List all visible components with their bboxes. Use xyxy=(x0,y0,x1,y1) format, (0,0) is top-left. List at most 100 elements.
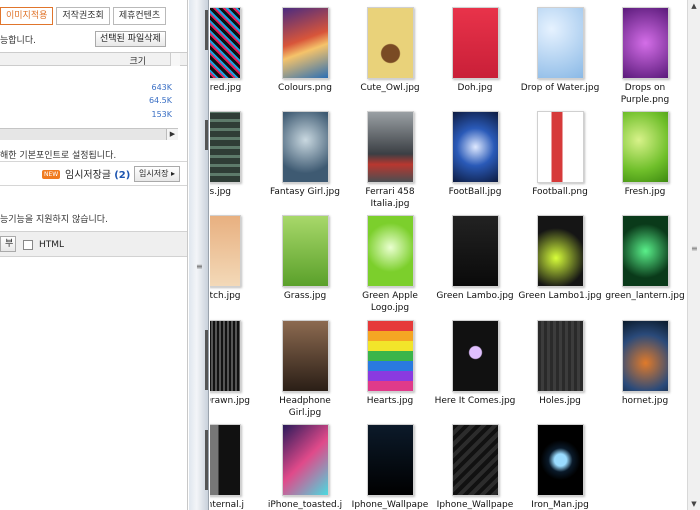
file-name: iPhone_toasted.j xyxy=(267,500,343,510)
file-thumbnail[interactable] xyxy=(451,424,499,496)
status-text: 능합니다. xyxy=(0,36,36,46)
size-column-header[interactable]: 크기 xyxy=(129,54,146,67)
file-name: Fresh.jpg xyxy=(624,187,666,197)
file-thumbnail[interactable] xyxy=(210,111,241,183)
file-size: 643K xyxy=(151,83,172,92)
file-thumbnail[interactable] xyxy=(281,320,329,392)
file-name: Grass.jpg xyxy=(283,291,327,301)
file-item[interactable]: Iphone_Wallpape xyxy=(430,424,520,510)
file-thumbnail[interactable] xyxy=(621,215,669,287)
file-name: Iron_Man.jpg xyxy=(531,500,589,510)
file-name: Iphone_Wallpape xyxy=(351,500,429,510)
file-item[interactable]: Hearts.jpg xyxy=(345,320,435,407)
draft-label: 임시저장글 xyxy=(65,170,111,181)
file-thumbnail[interactable] xyxy=(210,320,241,392)
file-item[interactable]: Doh.jpg xyxy=(430,7,520,94)
file-item[interactable]: iPhone_toasted.j xyxy=(260,424,350,510)
file-thumbnail[interactable] xyxy=(536,7,584,79)
html-checkbox[interactable] xyxy=(23,240,33,250)
file-thumbnail[interactable] xyxy=(210,215,241,287)
vertical-scrollbar[interactable]: ▲ ≡ ▼ xyxy=(687,0,700,510)
file-thumbnail[interactable] xyxy=(366,111,414,183)
file-name: Here It Comes.jpg xyxy=(434,396,516,406)
file-item[interactable]: Iron_Man.jpg xyxy=(515,424,605,510)
file-item[interactable]: Drops on Purple.png xyxy=(600,7,687,106)
delete-selected-files-button[interactable]: 선택된 파일삭제 xyxy=(95,31,166,47)
file-name: Holes.jpg xyxy=(539,396,581,406)
editor-mode-button[interactable]: 부 xyxy=(0,236,16,252)
table-horizontal-scrollbar[interactable]: ▶ xyxy=(0,128,178,140)
file-item[interactable]: Colours.png xyxy=(260,7,350,94)
file-thumbnail[interactable] xyxy=(210,424,241,496)
editor-mode-bar: 부 HTML xyxy=(0,231,187,257)
file-thumbnail[interactable] xyxy=(281,215,329,287)
file-thumbnail[interactable] xyxy=(536,111,584,183)
file-item[interactable]: Holes.jpg xyxy=(515,320,605,407)
file-thumbnail[interactable] xyxy=(536,320,584,392)
file-thumbnail[interactable] xyxy=(451,320,499,392)
file-thumbnail[interactable] xyxy=(621,320,669,392)
window-edge xyxy=(205,10,208,50)
file-item[interactable]: Green Lambo1.jpg xyxy=(515,215,605,302)
scrollbar-grip-icon[interactable]: ≡ xyxy=(691,244,698,253)
file-thumbnail[interactable] xyxy=(281,424,329,496)
file-thumbnail[interactable] xyxy=(621,111,669,183)
scroll-down-arrow-icon[interactable]: ▼ xyxy=(688,498,700,510)
file-item[interactable]: Green Lambo.jpg xyxy=(430,215,520,302)
table-scrollbar-top[interactable] xyxy=(170,53,180,66)
file-thumbnail[interactable] xyxy=(451,111,499,183)
file-thumbnail[interactable] xyxy=(451,215,499,287)
file-item[interactable]: Grass.jpg xyxy=(260,215,350,302)
divider xyxy=(0,161,187,162)
scroll-right-arrow-icon[interactable]: ▶ xyxy=(166,129,178,140)
file-item[interactable]: Green Apple Logo.jpg xyxy=(345,215,435,314)
file-thumbnail[interactable] xyxy=(366,320,414,392)
file-thumbnail[interactable] xyxy=(366,215,414,287)
file-name: Doh.jpg xyxy=(457,83,493,93)
file-thumbnail[interactable] xyxy=(281,7,329,79)
file-name: Iphone_Wallpape xyxy=(436,500,514,510)
file-name: Green Apple Logo.jpg xyxy=(362,291,418,313)
file-thumbnail[interactable] xyxy=(451,7,499,79)
file-name: Drop of Water.jpg xyxy=(520,83,600,93)
file-item[interactable]: Iphone_Wallpape xyxy=(345,424,435,510)
file-name: Hearts.jpg xyxy=(366,396,414,406)
splitter-grip-icon[interactable]: ≡ xyxy=(196,262,203,271)
file-thumbnail[interactable] xyxy=(621,7,669,79)
file-thumbnail[interactable] xyxy=(536,424,584,496)
file-item[interactable]: FootBall.jpg xyxy=(430,111,520,198)
file-thumbnail[interactable] xyxy=(536,215,584,287)
file-item[interactable]: Fantasy Girl.jpg xyxy=(260,111,350,198)
file-size: 64.5K xyxy=(148,96,172,105)
file-item[interactable]: Fresh.jpg xyxy=(600,111,687,198)
file-item[interactable]: Headphone Girl.jpg xyxy=(260,320,350,419)
file-name: Cute_Owl.jpg xyxy=(360,83,420,93)
tab-copyright-search[interactable]: 저작권조회 xyxy=(56,7,110,25)
file-table-header: 크기 xyxy=(0,52,187,67)
file-size: 153K xyxy=(151,110,172,119)
file-name: Headphone Girl.jpg xyxy=(279,396,331,418)
scroll-up-arrow-icon[interactable]: ▲ xyxy=(688,0,700,12)
file-name: Drops on Purple.png xyxy=(620,83,670,105)
file-name: green_lantern.jpg xyxy=(605,291,685,301)
file-item[interactable]: Drop of Water.jpg xyxy=(515,7,605,94)
file-thumbnail[interactable] xyxy=(210,7,241,79)
file-item[interactable]: green_lantern.jpg xyxy=(600,215,687,302)
file-item[interactable]: Football.png xyxy=(515,111,605,198)
window-splitter[interactable]: ≡ xyxy=(189,0,209,510)
file-name: Fantasy Girl.jpg xyxy=(270,187,340,197)
file-thumbnail[interactable] xyxy=(366,7,414,79)
divider xyxy=(0,185,187,186)
file-name: Colours.png xyxy=(278,83,332,93)
file-item[interactable]: Here It Comes.jpg xyxy=(430,320,520,407)
file-item[interactable]: Cute_Owl.jpg xyxy=(345,7,435,94)
file-item[interactable]: Ferrari 458 Italia.jpg xyxy=(345,111,435,210)
file-thumbnail[interactable] xyxy=(366,424,414,496)
file-thumbnail[interactable] xyxy=(281,111,329,183)
tab-apply-image[interactable]: 이미지적용 xyxy=(0,7,54,25)
file-item[interactable]: hornet.jpg xyxy=(600,320,687,407)
file-name: Ferrari 458 Italia.jpg xyxy=(365,187,415,209)
draft-posts[interactable]: 임시저장글 (2) xyxy=(65,166,130,181)
tab-partner-content[interactable]: 제휴컨텐츠 xyxy=(112,7,167,25)
draft-save-button[interactable]: 임시저장 ▸ xyxy=(134,166,180,182)
